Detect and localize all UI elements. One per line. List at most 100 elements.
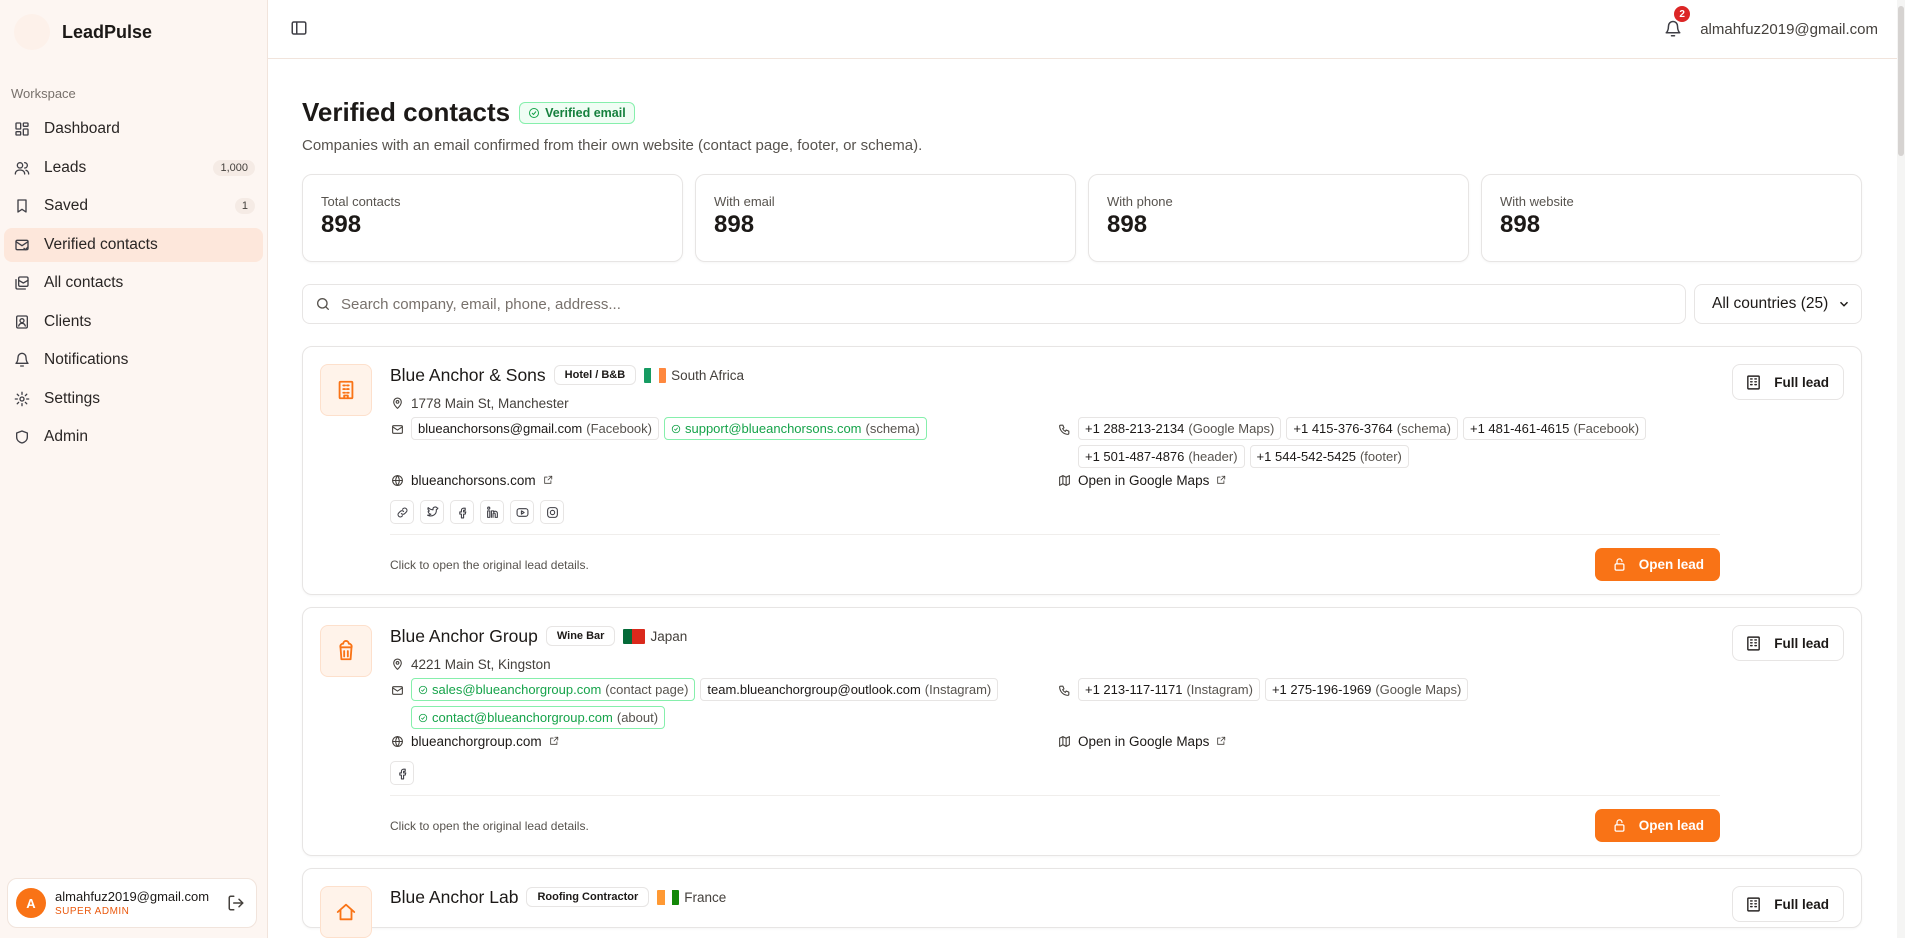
map-pin-icon [390,658,404,672]
phone-chip[interactable]: +1 275-196-1969 (Google Maps) [1264,678,1469,701]
verified-email-label: Verified email [545,105,626,120]
external-link-icon [1216,734,1226,749]
gear-icon [12,389,32,409]
phone-source: (Instagram) [1186,682,1253,697]
footer-note: Click to open the original lead details. [390,557,589,572]
sidebar-item-verified-contacts[interactable]: Verified contacts [4,227,263,262]
sidebar-item-admin[interactable]: Admin [4,420,263,454]
sidebar-item-settings[interactable]: Settings [4,382,263,416]
mail-icon [390,683,404,697]
mail-check-icon [12,235,32,255]
maps-link[interactable]: Open in Google Maps [1057,734,1704,749]
full-lead-button[interactable]: Full lead [1732,886,1844,922]
contact-grid: blueanchorsons@gmail.com (Facebook) suppo… [390,417,1704,468]
saved-count-badge: 1 [234,198,255,214]
category-badge: Hotel / B&B [553,365,637,385]
twitter-icon[interactable] [420,500,444,524]
sidebar-item-dashboard[interactable]: Dashboard [4,112,263,146]
email-source: (schema) [865,421,920,436]
full-lead-button[interactable]: Full lead [1732,625,1844,661]
open-lead-label: Open lead [1638,818,1704,833]
verified-email-chip[interactable]: contact@blueanchorgroup.com (about) [411,706,666,729]
link-icon[interactable] [390,500,414,524]
lead-address: 4221 Main St, Kingston [390,657,1704,672]
sidebar-item-label: Settings [44,389,101,407]
stat-value: 898 [714,211,755,238]
sidebar-item-all-contacts[interactable]: All contacts [4,266,263,300]
lock-icon [1614,558,1625,571]
phone-chip[interactable]: +1 213-117-1171 (Instagram) [1078,678,1260,701]
youtube-icon[interactable] [510,500,534,524]
sidebar-item-leads[interactable]: Leads 1,000 [4,151,263,185]
account-email[interactable]: almahfuz2019@gmail.com [1700,21,1878,38]
sidebar: LeadPulse Workspace Dashboard Leads 1,00… [0,0,268,938]
lead-title-row: Blue Anchor Lab Roofing Contractor Franc… [390,886,1704,908]
email-value: team.blueanchorgroup@outlook.com [707,682,921,697]
country-select-value: All countries (25) [1712,295,1829,312]
lead-name[interactable]: Blue Anchor Lab [390,887,518,908]
brand-name: LeadPulse [62,21,153,42]
user-menu[interactable]: A almahfuz2019@gmail.com SUPER ADMIN [7,878,257,928]
contacts-icon [12,273,32,293]
email-chip[interactable]: team.blueanchorgroup@outlook.com (Instagr… [700,678,999,701]
country-select[interactable]: All countries (25) [1694,284,1862,324]
phone-chip[interactable]: +1 501-487-4876 (header) [1078,445,1245,468]
facebook-icon[interactable] [390,761,414,785]
sidebar-item-clients[interactable]: Clients [4,305,263,339]
flag-icon [644,367,667,383]
contact-grid: sales@blueanchorgroup.com (contact page) … [390,678,1704,729]
lead-name[interactable]: Blue Anchor & Sons [390,365,546,386]
brand[interactable]: LeadPulse [0,0,267,64]
full-lead-button[interactable]: Full lead [1732,364,1844,400]
map-pin-icon [390,397,404,411]
email-source: (about) [616,710,659,725]
verified-email-chip[interactable]: sales@blueanchorgroup.com (contact page) [411,678,696,701]
building-icon [1747,896,1761,912]
email-source: (Instagram) [924,682,992,697]
stat-card-total: Total contacts 898 [302,174,683,262]
stat-label: With phone [1107,194,1173,209]
open-lead-button[interactable]: Open lead [1594,809,1720,842]
mail-icon [390,422,404,436]
sidebar-toggle-icon[interactable] [290,19,308,40]
address-text: 1778 Main St, Manchester [411,396,569,411]
footer-note: Click to open the original lead details. [390,818,589,833]
search-input[interactable] [341,295,1673,313]
linkedin-icon[interactable] [480,500,504,524]
email-value: support@blueanchorsons.com [684,421,862,436]
brand-logo [14,14,50,50]
email-source: (contact page) [605,682,689,697]
phone-chip[interactable]: +1 288-213-2134 (Google Maps) [1078,417,1282,440]
lead-country: Japan [623,628,688,644]
email-source: (Facebook) [586,421,652,436]
sidebar-item-notifications[interactable]: Notifications [4,343,263,377]
instagram-icon[interactable] [540,500,564,524]
scrollbar-thumb[interactable] [1898,6,1904,156]
shield-icon [12,427,32,447]
page-header: Verified contacts Verified email [302,97,1862,128]
phone-chip[interactable]: +1 544-542-5425 (footer) [1249,445,1409,468]
full-lead-label: Full lead [1774,896,1829,912]
facebook-icon[interactable] [450,500,474,524]
external-link-icon [543,473,553,488]
logout-icon[interactable] [224,891,248,915]
scrollbar[interactable] [1897,0,1905,938]
lead-footer: Click to open the original lead details.… [390,795,1720,855]
leads-count-badge: 1,000 [213,159,255,176]
email-chip[interactable]: blueanchorsons@gmail.com (Facebook) [411,417,659,440]
verified-email-chip[interactable]: support@blueanchorsons.com (schema) [663,417,927,440]
email-chips: blueanchorsons@gmail.com (Facebook) suppo… [411,417,927,440]
notifications-bell-icon[interactable]: 2 [1664,6,1691,40]
website-link[interactable]: blueanchorsons.com [390,473,1057,488]
phone-chip[interactable]: +1 415-376-3764 (schema) [1286,417,1458,440]
open-lead-button[interactable]: Open lead [1594,548,1720,581]
phone-chip[interactable]: +1 481-461-4615 (Facebook) [1462,417,1647,440]
sidebar-item-saved[interactable]: Saved 1 [4,189,263,223]
maps-link[interactable]: Open in Google Maps [1057,473,1704,488]
phone-list: +1 288-213-2134 (Google Maps) +1 415-376-… [1057,417,1704,468]
maps-text: Open in Google Maps [1078,734,1210,749]
lead-name[interactable]: Blue Anchor Group [390,626,538,647]
country-name: Japan [650,628,688,644]
lock-icon [1614,819,1625,832]
website-link[interactable]: blueanchorgroup.com [390,734,1057,749]
